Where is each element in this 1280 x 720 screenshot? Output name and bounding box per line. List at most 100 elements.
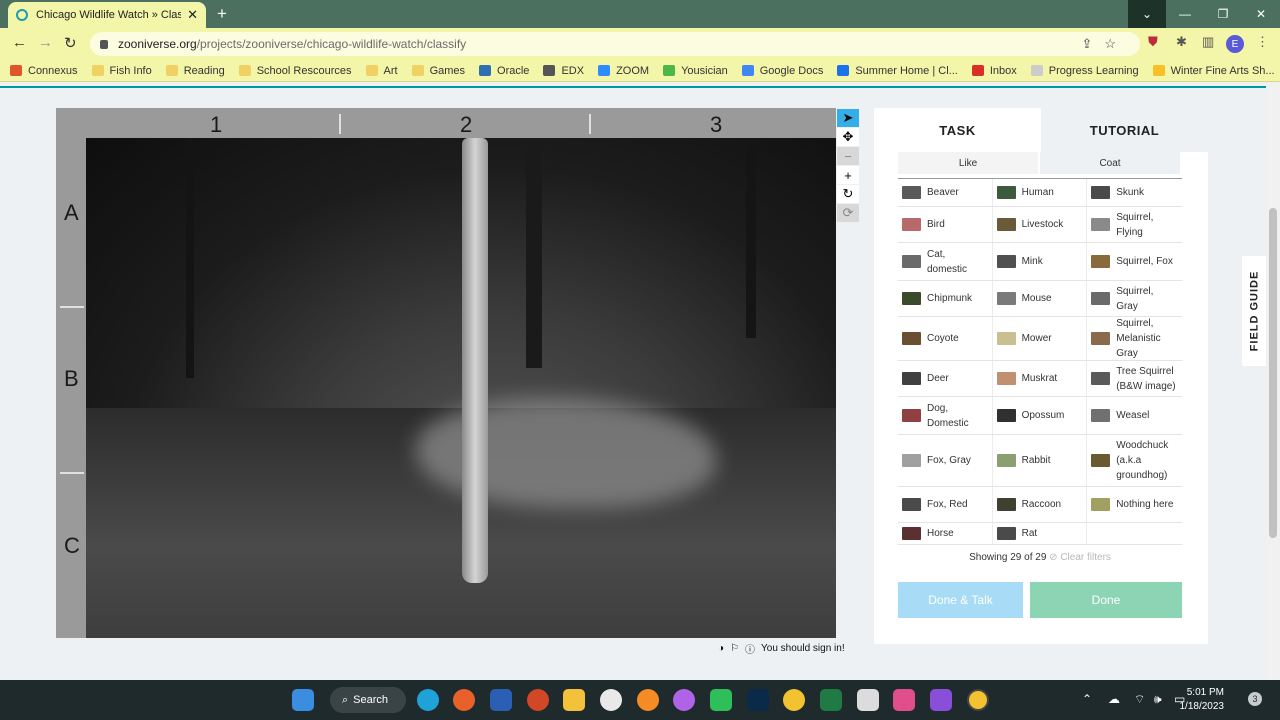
bookmark-item[interactable]: School Rescources (238, 65, 352, 77)
forward-icon[interactable]: → (38, 34, 53, 51)
browser-tab[interactable]: Chicago Wildlife Watch » Classify ✕ (8, 2, 206, 28)
camera-trap-photo[interactable] (86, 138, 836, 638)
bookmark-item[interactable]: EDX (543, 65, 584, 77)
minimize-icon[interactable]: — (1166, 0, 1204, 28)
volume-icon[interactable]: 🕪 (1154, 692, 1162, 707)
species-choice[interactable]: Raccoon (993, 487, 1088, 522)
info-icon[interactable]: ⓘ (745, 641, 755, 656)
reset-icon[interactable]: ⟳ (837, 204, 859, 222)
species-choice[interactable]: Beaver (898, 179, 993, 206)
taskbar-search[interactable]: ⌕ Search (330, 687, 406, 713)
scrollbar-thumb[interactable] (1269, 208, 1277, 538)
extensions-icon[interactable]: ✱ (1176, 34, 1187, 50)
bookmark-item[interactable]: Oracle (479, 65, 529, 77)
species-choice[interactable]: Squirrel, Gray (1087, 281, 1182, 316)
species-choice[interactable]: Mink (993, 243, 1088, 280)
species-choice[interactable]: Muskrat (993, 361, 1088, 396)
onedrive-icon[interactable]: ☁ (1108, 692, 1120, 706)
species-choice[interactable]: Skunk (1087, 179, 1182, 206)
bookmark-item[interactable]: Google Docs (741, 65, 823, 77)
clock[interactable]: 5:01 PM 1/18/2023 (1180, 686, 1225, 714)
word-icon[interactable] (490, 689, 512, 711)
side-panel-icon[interactable]: ▥ (1202, 34, 1214, 50)
species-choice[interactable]: Opossum (993, 397, 1088, 434)
notification-badge[interactable]: 3 (1248, 692, 1262, 706)
blender-icon[interactable] (637, 689, 659, 711)
done-and-talk-button[interactable]: Done & Talk (898, 582, 1023, 618)
maximize-icon[interactable]: ❐ (1204, 0, 1242, 28)
species-choice[interactable]: Human (993, 179, 1088, 206)
species-choice[interactable]: Mower (993, 317, 1088, 360)
species-choice[interactable]: Rabbit (993, 435, 1088, 486)
penguin-app-icon[interactable] (600, 689, 622, 711)
powerpoint-icon[interactable] (527, 689, 549, 711)
firefox-icon[interactable] (453, 689, 475, 711)
close-window-icon[interactable]: ✕ (1242, 0, 1280, 28)
done-button[interactable]: Done (1030, 582, 1182, 618)
chrome-icon[interactable] (783, 689, 805, 711)
menu-icon[interactable]: ⋮ (1256, 34, 1269, 50)
profile-avatar[interactable]: E (1226, 35, 1244, 53)
bookmark-item[interactable]: Inbox (971, 65, 1017, 77)
tab-search-icon[interactable]: ⌄ (1128, 0, 1166, 28)
clear-filters-link[interactable]: Clear filters (1060, 552, 1111, 563)
bookmark-item[interactable]: Fish Info (91, 65, 152, 77)
species-choice[interactable]: Fox, Red (898, 487, 993, 522)
tab-task[interactable]: TASK (874, 108, 1041, 152)
page-scrollbar[interactable] (1266, 82, 1280, 680)
edge-icon[interactable] (417, 689, 439, 711)
species-choice[interactable]: Tree Squirrel (B&W image) (1087, 361, 1182, 396)
species-choice[interactable]: Rat (993, 523, 1088, 544)
bookmark-item[interactable]: Connexus (10, 65, 78, 77)
flag-icon[interactable]: ⚐ (730, 643, 739, 654)
species-choice[interactable]: Chipmunk (898, 281, 993, 316)
pointer-icon[interactable]: ➤ (837, 109, 859, 127)
species-choice[interactable]: Weasel (1087, 397, 1182, 434)
species-choice[interactable]: Cat, domestic (898, 243, 993, 280)
pan-icon[interactable]: ✥ (837, 128, 859, 146)
green-app-icon[interactable] (710, 689, 732, 711)
filter-like-button[interactable]: Like (898, 152, 1038, 174)
close-tab-icon[interactable]: ✕ (187, 7, 198, 23)
species-choice[interactable]: Bird (898, 207, 993, 242)
file-explorer-icon[interactable] (563, 689, 585, 711)
species-choice[interactable]: Livestock (993, 207, 1088, 242)
species-choice[interactable]: Fox, Gray (898, 435, 993, 486)
field-guide-tab[interactable]: FIELD GUIDE (1242, 256, 1266, 366)
shield-extension-icon[interactable]: ⛊ (1148, 34, 1158, 50)
reload-icon[interactable]: ↻ (64, 34, 77, 52)
zoom-out-icon[interactable]: − (837, 147, 859, 165)
share-and-bookmark-icons[interactable]: ⇪☆ (1081, 36, 1128, 52)
species-choice[interactable]: Deer (898, 361, 993, 396)
species-choice[interactable]: Squirrel, Melanistic Gray (1087, 317, 1182, 360)
bookmark-item[interactable]: Games (411, 65, 465, 77)
species-choice[interactable]: Squirrel, Fox (1087, 243, 1182, 280)
bookmark-item[interactable]: Art (365, 65, 398, 77)
species-choice[interactable]: Squirrel, Flying (1087, 207, 1182, 242)
tray-overflow-icon[interactable]: ⌃ (1082, 692, 1092, 706)
camera-app-icon[interactable] (893, 689, 915, 711)
chrome-profile-icon[interactable] (967, 689, 989, 711)
photos-icon[interactable] (857, 689, 879, 711)
lightroom-icon[interactable] (747, 689, 769, 711)
tab-tutorial[interactable]: TUTORIAL (1041, 108, 1208, 152)
excel-icon[interactable] (820, 689, 842, 711)
invert-icon[interactable]: ◑ (718, 643, 724, 654)
rotate-icon[interactable]: ↻ (837, 185, 859, 203)
bookmark-item[interactable]: Yousician (663, 65, 728, 77)
start-icon[interactable] (292, 689, 314, 711)
clipchamp-icon[interactable] (930, 689, 952, 711)
species-choice[interactable]: Nothing here (1087, 487, 1182, 522)
bookmark-item[interactable]: Winter Fine Arts Sh... (1152, 65, 1275, 77)
bookmark-item[interactable]: Progress Learning (1030, 65, 1139, 77)
paint-drop-icon[interactable] (673, 689, 695, 711)
species-choice[interactable]: Horse (898, 523, 993, 544)
species-choice[interactable]: Dog, Domestic (898, 397, 993, 434)
species-choice[interactable]: Woodchuck (a.k.a groundhog) (1087, 435, 1182, 486)
species-choice[interactable]: Mouse (993, 281, 1088, 316)
url-field[interactable]: zooniverse.org/projects/zooniverse/chica… (90, 32, 1140, 56)
filter-coat-button[interactable]: Coat (1040, 152, 1180, 174)
bookmark-item[interactable]: Summer Home | Cl... (837, 65, 958, 77)
species-choice[interactable]: Coyote (898, 317, 993, 360)
bookmark-item[interactable]: Reading (165, 65, 225, 77)
